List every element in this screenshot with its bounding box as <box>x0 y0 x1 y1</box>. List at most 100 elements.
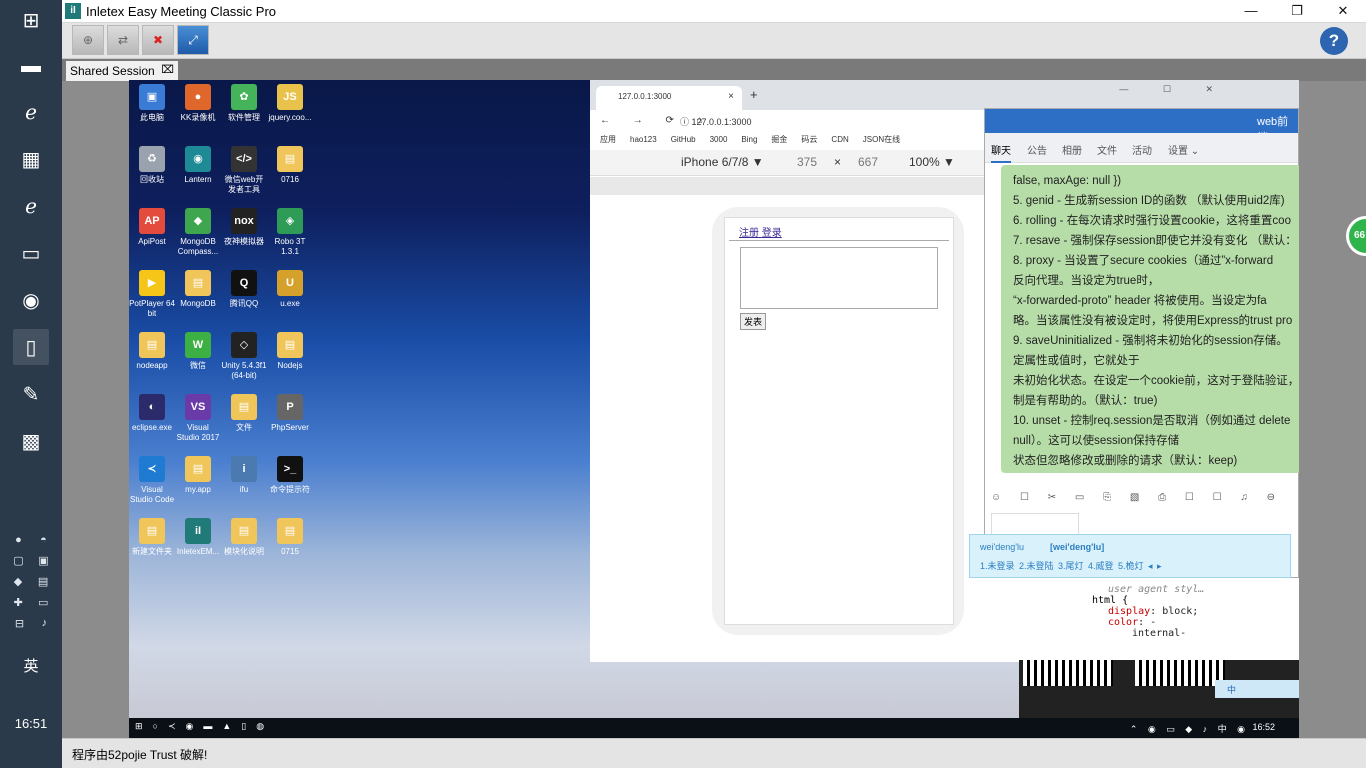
tray-icon[interactable]: ▣ <box>38 554 48 567</box>
bookmark-item[interactable]: 3000 <box>710 135 728 144</box>
desktop-icon[interactable]: JS jquery.coo... <box>267 84 313 123</box>
zoom-select[interactable]: 100% ▼ <box>909 155 955 169</box>
desktop-icon[interactable]: i ifu <box>221 456 267 495</box>
css-prop[interactable]: display <box>1108 606 1150 617</box>
bookmark-item[interactable]: 码云 <box>801 135 817 144</box>
tray-icon[interactable]: ▤ <box>38 575 48 588</box>
store-icon[interactable]: ▦ <box>13 141 49 177</box>
desktop-icon[interactable]: ▤ 文件 <box>221 394 267 433</box>
submit-button[interactable]: 发表 <box>740 313 767 330</box>
post-textarea[interactable] <box>740 247 938 309</box>
new-tab-button[interactable]: + <box>750 87 758 102</box>
desktop-icon[interactable]: nox 夜神模拟器 <box>221 208 267 247</box>
bookmark-item[interactable]: JSON在线 <box>863 135 900 144</box>
network-icon[interactable]: ⊟ <box>15 617 24 630</box>
ime-candidates[interactable]: 1.未登录 2.未登陆 3.尾灯 4.威登 5.桅灯 ◂ ▸ <box>980 559 1162 572</box>
bookmark-item[interactable]: hao123 <box>630 135 657 144</box>
help-button[interactable]: ? <box>1320 27 1348 55</box>
notepad-icon[interactable]: ✎ <box>13 376 49 412</box>
connect-button[interactable]: ⇄ <box>107 25 139 55</box>
css-selector[interactable]: html { <box>1092 595 1234 606</box>
bookmark-item[interactable]: CDN <box>831 135 848 144</box>
minimize-button[interactable]: — <box>1228 0 1274 22</box>
remote-desktop-icon[interactable]: ▭ <box>13 235 49 271</box>
desktop-icon[interactable]: ▤ 0715 <box>267 518 313 557</box>
desktop-icon[interactable]: AP ApiPost <box>129 208 175 247</box>
browser-tab-close-icon[interactable]: × <box>728 91 734 102</box>
webstorm-icon[interactable]: ▩ <box>13 423 49 459</box>
bookmark-item[interactable]: 掘金 <box>771 135 787 144</box>
disconnect-button[interactable]: ✖ <box>142 25 174 55</box>
add-session-button[interactable]: ⊕ <box>72 25 104 55</box>
desktop-icon[interactable]: ▤ 0716 <box>267 146 313 185</box>
battery-icon[interactable]: ▭ <box>38 596 48 609</box>
chat-tab[interactable]: 活动 <box>1132 142 1152 157</box>
bookmark-item[interactable]: GitHub <box>671 135 696 144</box>
device-width-field[interactable]: 375 <box>797 155 817 169</box>
desktop-icon[interactable]: W 微信 <box>175 332 221 371</box>
login-link[interactable]: 登录 <box>762 228 782 239</box>
desktop-icon[interactable]: ◇ Unity 5.4.3f1 (64-bit) <box>221 332 267 381</box>
browser-url-field[interactable]: ⓘ 127.0.0.1:3000 <box>680 115 752 128</box>
ie-icon[interactable]: ℯ <box>13 94 49 130</box>
remote-ime-toolbar[interactable]: 中 <box>1215 680 1299 698</box>
qq-tray-icon[interactable]: ◓ <box>40 534 47 546</box>
ime-language-indicator[interactable]: 英 <box>0 655 62 676</box>
desktop-icon[interactable]: ▣ 此电脑 <box>129 84 175 123</box>
desktop-icon[interactable]: ▤ nodeapp <box>129 332 175 371</box>
windows-start-icon[interactable]: ⊞ <box>13 2 49 38</box>
desktop-icon[interactable]: ◐ eclipse.exe <box>129 394 175 433</box>
desktop-icon[interactable]: Q 腾讯QQ <box>221 270 267 309</box>
chat-tab[interactable]: 聊天 <box>991 142 1011 163</box>
desktop-icon[interactable]: ◉ Lantern <box>175 146 221 185</box>
desktop-icon[interactable]: ≺ Visual Studio Code <box>129 456 175 505</box>
desktop-icon[interactable]: </> 微信web开发者工具 <box>221 146 267 195</box>
desktop-icon[interactable]: ▤ my.app <box>175 456 221 495</box>
tray-icon[interactable]: ✚ <box>14 596 23 609</box>
session-tab-close-icon[interactable]: ⌧ <box>161 63 174 76</box>
desktop-icon[interactable]: ● KK录像机 <box>175 84 221 123</box>
inletex-taskbar-icon[interactable]: ▯ <box>13 329 49 365</box>
css-val[interactable]: : block; <box>1150 606 1198 617</box>
desktop-icon[interactable]: ◈ Robo 3T 1.3.1 <box>267 208 313 257</box>
shared-session-tab[interactable]: Shared Session ⌧ <box>66 61 178 81</box>
bookmark-item[interactable]: Bing <box>741 135 757 144</box>
tray-icon[interactable]: ▢ <box>13 554 23 567</box>
remote-tray[interactable]: ⌃ ◉ ▭ ◆ ♪ 中 ◉ <box>1130 722 1249 735</box>
css-prop[interactable]: color <box>1108 617 1138 628</box>
desktop-icon[interactable]: ▤ MongoDB <box>175 270 221 309</box>
desktop-icon[interactable]: VS Visual Studio 2017 <box>175 394 221 443</box>
desktop-icon[interactable]: iI InletexEM... <box>175 518 221 557</box>
close-button[interactable]: ✕ <box>1320 0 1366 22</box>
tray-icon[interactable]: ● <box>15 534 22 546</box>
desktop-icon[interactable]: ▤ 新建文件夹 <box>129 518 175 557</box>
desktop-icon[interactable]: ◆ MongoDB Compass... <box>175 208 221 257</box>
browser-tab[interactable]: 127.0.0.1:3000 × <box>596 86 742 110</box>
desktop-icon[interactable]: >_ 命令提示符 <box>267 456 313 495</box>
chat-tab[interactable]: 公告 <box>1027 142 1047 157</box>
shield-icon[interactable]: ◆ <box>14 575 22 588</box>
desktop-icon[interactable]: Uu.exe <box>267 270 313 309</box>
remote-desktop[interactable]: ▣ 此电脑 ● KK录像机 ✿ 软件管理 JS jquery.coo... ♻ 回收站 ◉ Lante… <box>129 80 1299 738</box>
chat-tab[interactable]: 相册 <box>1062 142 1082 157</box>
desktop-icon[interactable]: ♻ 回收站 <box>129 146 175 185</box>
edge-icon[interactable]: ℯ <box>13 188 49 224</box>
desktop-icon[interactable]: ▶ PotPlayer 64 bit <box>129 270 175 319</box>
css-val[interactable]: : - <box>1138 617 1156 628</box>
register-link[interactable]: 注册 <box>739 228 759 239</box>
chrome-icon[interactable]: ◉ <box>13 282 49 318</box>
share-screen-button[interactable]: ⤢ <box>177 25 209 55</box>
browser-window-buttons[interactable]: — ☐ ✕ <box>1119 84 1229 95</box>
restore-button[interactable]: ❐ <box>1274 0 1320 22</box>
desktop-icon[interactable]: ▤ 模块化说明 <box>221 518 267 557</box>
desktop-icon[interactable]: ✿ 软件管理 <box>221 84 267 123</box>
bookmark-item[interactable]: 应用 <box>600 135 616 144</box>
remote-clock[interactable]: 16:52 <box>1252 722 1275 732</box>
desktop-icon[interactable]: ▤ Nodejs <box>267 332 313 371</box>
device-select[interactable]: iPhone 6/7/8 ▼ <box>681 155 764 169</box>
volume-icon[interactable]: ♪ <box>42 617 48 630</box>
file-explorer-icon[interactable]: ▬ <box>13 48 49 84</box>
chat-tab[interactable]: 设置 ⌄ <box>1168 142 1199 157</box>
desktop-icon[interactable]: P PhpServer <box>267 394 313 433</box>
chat-input-toolbar[interactable]: ☺ ☐ ✂ ▭ ⎘ ▧ ⎙ ☐ ☐ ♫ ⊖ <box>991 492 1283 503</box>
